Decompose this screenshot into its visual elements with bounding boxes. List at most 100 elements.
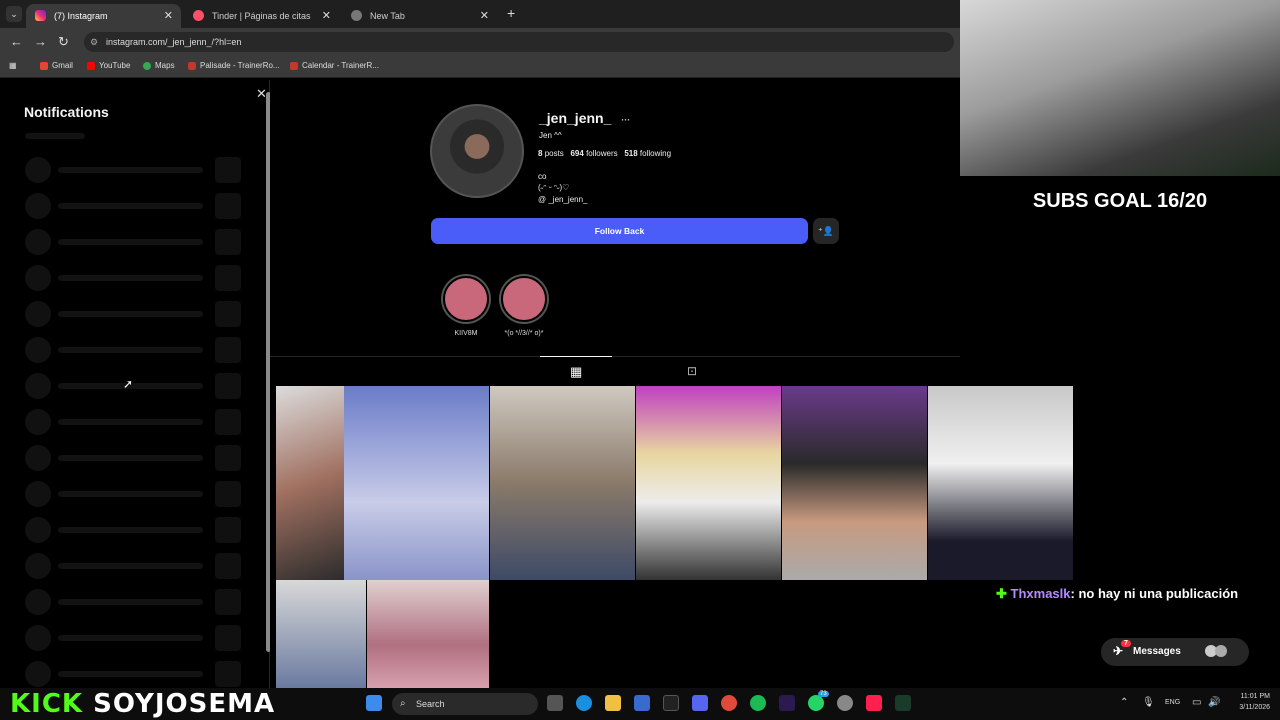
windows-start-icon[interactable] bbox=[366, 695, 382, 711]
chat-username: Thxmaslk bbox=[1010, 586, 1071, 601]
tiktok-live-icon[interactable] bbox=[866, 695, 882, 711]
premiere-icon[interactable] bbox=[779, 695, 795, 711]
profile-main: _jen_jenn_ ··· Jen ^^ 8 posts 694 follow… bbox=[270, 80, 1073, 688]
skeleton-avatar bbox=[25, 157, 51, 183]
apps-icon[interactable]: ▦ bbox=[9, 61, 17, 70]
bio-line: (˶ᵔ ᵕ ᵔ˶)♡ bbox=[538, 183, 570, 192]
display-name: Jen ^^ bbox=[539, 131, 562, 140]
post-thumbnail[interactable] bbox=[276, 386, 344, 580]
bookmark-gmail[interactable]: Gmail bbox=[40, 61, 73, 70]
bookmark-label: Calendar - TrainerR... bbox=[302, 61, 379, 70]
forward-icon[interactable]: → bbox=[34, 34, 47, 49]
kick-app-icon[interactable] bbox=[895, 695, 911, 711]
notification-badge: 73 bbox=[818, 691, 829, 697]
tab-search-button[interactable]: ⌄ bbox=[6, 6, 22, 22]
following-count[interactable]: 518 bbox=[624, 149, 637, 158]
skeleton-thumbnail bbox=[215, 553, 241, 579]
skeleton-line bbox=[58, 419, 203, 425]
tiktok-icon[interactable] bbox=[663, 695, 679, 711]
skeleton-line bbox=[58, 491, 203, 497]
skeleton-avatar bbox=[25, 301, 51, 327]
close-icon[interactable]: ✕ bbox=[480, 9, 489, 22]
bookmark-calendar[interactable]: Calendar - TrainerR... bbox=[290, 61, 379, 70]
skeleton-avatar bbox=[25, 445, 51, 471]
url-text: instagram.com/_jen_jenn_/?hl=en bbox=[106, 37, 242, 47]
skeleton-thumbnail bbox=[215, 589, 241, 615]
post-thumbnail[interactable] bbox=[367, 580, 489, 688]
task-view-icon[interactable] bbox=[547, 695, 563, 711]
skeleton-avatar bbox=[25, 517, 51, 543]
following-label[interactable]: following bbox=[640, 149, 671, 158]
chevron-up-icon[interactable]: ⌃ bbox=[1120, 697, 1128, 708]
messages-button[interactable]: ✈ 7 Messages bbox=[1101, 638, 1249, 666]
skeleton-thumbnail bbox=[215, 517, 241, 543]
post-thumbnail[interactable] bbox=[636, 386, 781, 580]
bookmark-label: Maps bbox=[155, 61, 175, 70]
close-icon[interactable]: ✕ bbox=[164, 9, 173, 22]
close-icon[interactable]: ✕ bbox=[322, 9, 331, 22]
followers-label[interactable]: followers bbox=[586, 149, 618, 158]
obs-icon[interactable] bbox=[837, 695, 853, 711]
threads-link[interactable]: @ _jen_jenn_ bbox=[538, 195, 588, 204]
profile-username: _jen_jenn_ ··· bbox=[539, 110, 630, 126]
bio-line: co bbox=[538, 172, 547, 181]
spotify-icon[interactable] bbox=[750, 695, 766, 711]
more-options-button[interactable]: ··· bbox=[621, 115, 630, 125]
posts-label: posts bbox=[544, 149, 564, 158]
bookmark-palisade[interactable]: Palisade - TrainerRo... bbox=[188, 61, 280, 70]
mouse-cursor-icon: ➚ bbox=[123, 377, 134, 391]
post-thumbnail[interactable] bbox=[344, 386, 489, 580]
skeleton-thumbnail bbox=[215, 481, 241, 507]
tab-tinder[interactable]: Tinder | Páginas de citas ✕ bbox=[184, 4, 339, 28]
reload-icon[interactable]: ↻ bbox=[58, 34, 69, 50]
volume-icon[interactable]: 🔊 bbox=[1208, 697, 1220, 708]
language-indicator[interactable]: ENG bbox=[1165, 699, 1180, 706]
gmail-icon bbox=[40, 61, 48, 70]
network-icon[interactable]: ▭ bbox=[1192, 697, 1201, 708]
tagged-icon[interactable]: ⊡ bbox=[687, 364, 697, 378]
instagram-icon bbox=[35, 10, 46, 21]
chat-message: ✚ Thxmaslk: no hay ni una publicación bbox=[996, 586, 1238, 602]
clock-time[interactable]: 11:01 PM bbox=[1228, 693, 1270, 700]
skeleton-thumbnail bbox=[215, 409, 241, 435]
discord-icon[interactable] bbox=[692, 695, 708, 711]
grid-icon[interactable]: ▦ bbox=[570, 364, 582, 380]
post-thumbnail[interactable] bbox=[276, 580, 366, 688]
clock-date[interactable]: 3/11/2026 bbox=[1228, 704, 1270, 711]
follow-back-button[interactable]: Follow Back bbox=[431, 218, 808, 244]
suggest-users-icon[interactable]: ⁺👤 bbox=[813, 218, 839, 244]
followers-count[interactable]: 694 bbox=[570, 149, 583, 158]
skeleton-line bbox=[58, 311, 203, 317]
url-input[interactable]: ⚙ instagram.com/_jen_jenn_/?hl=en bbox=[84, 32, 954, 52]
post-thumbnail[interactable] bbox=[490, 386, 635, 580]
microphone-icon[interactable]: 🎙 bbox=[1142, 697, 1155, 708]
skeleton-avatar bbox=[25, 409, 51, 435]
store-icon[interactable] bbox=[634, 695, 650, 711]
whatsapp-icon[interactable] bbox=[808, 695, 824, 711]
username-text: _jen_jenn_ bbox=[539, 110, 612, 126]
site-info-icon[interactable]: ⚙ bbox=[90, 32, 98, 52]
chrome-icon[interactable] bbox=[721, 695, 737, 711]
bookmark-maps[interactable]: Maps bbox=[143, 61, 175, 70]
skeleton-thumbnail bbox=[215, 373, 241, 399]
back-icon[interactable]: ← bbox=[10, 34, 23, 49]
skeleton-thumbnail bbox=[215, 445, 241, 471]
file-explorer-icon[interactable] bbox=[605, 695, 621, 711]
skeleton-avatar bbox=[25, 337, 51, 363]
trainerroad-icon bbox=[188, 61, 196, 70]
profile-avatar[interactable] bbox=[430, 104, 524, 198]
tab-instagram[interactable]: (7) Instagram ✕ bbox=[26, 4, 181, 28]
highlight-2[interactable] bbox=[501, 276, 547, 322]
skeleton-avatar bbox=[25, 661, 51, 687]
taskbar-search[interactable]: ⌕ Search bbox=[392, 693, 538, 715]
posts-count: 8 bbox=[538, 149, 543, 158]
skeleton-avatar bbox=[25, 589, 51, 615]
highlight-1[interactable] bbox=[443, 276, 489, 322]
edge-icon[interactable] bbox=[576, 695, 592, 711]
bookmark-youtube[interactable]: YouTube bbox=[87, 61, 130, 70]
new-tab-button[interactable]: + bbox=[507, 5, 515, 21]
post-thumbnail[interactable] bbox=[928, 386, 1073, 580]
post-thumbnail[interactable] bbox=[782, 386, 927, 580]
maps-icon bbox=[143, 61, 151, 70]
tab-new[interactable]: New Tab ✕ bbox=[342, 4, 497, 28]
